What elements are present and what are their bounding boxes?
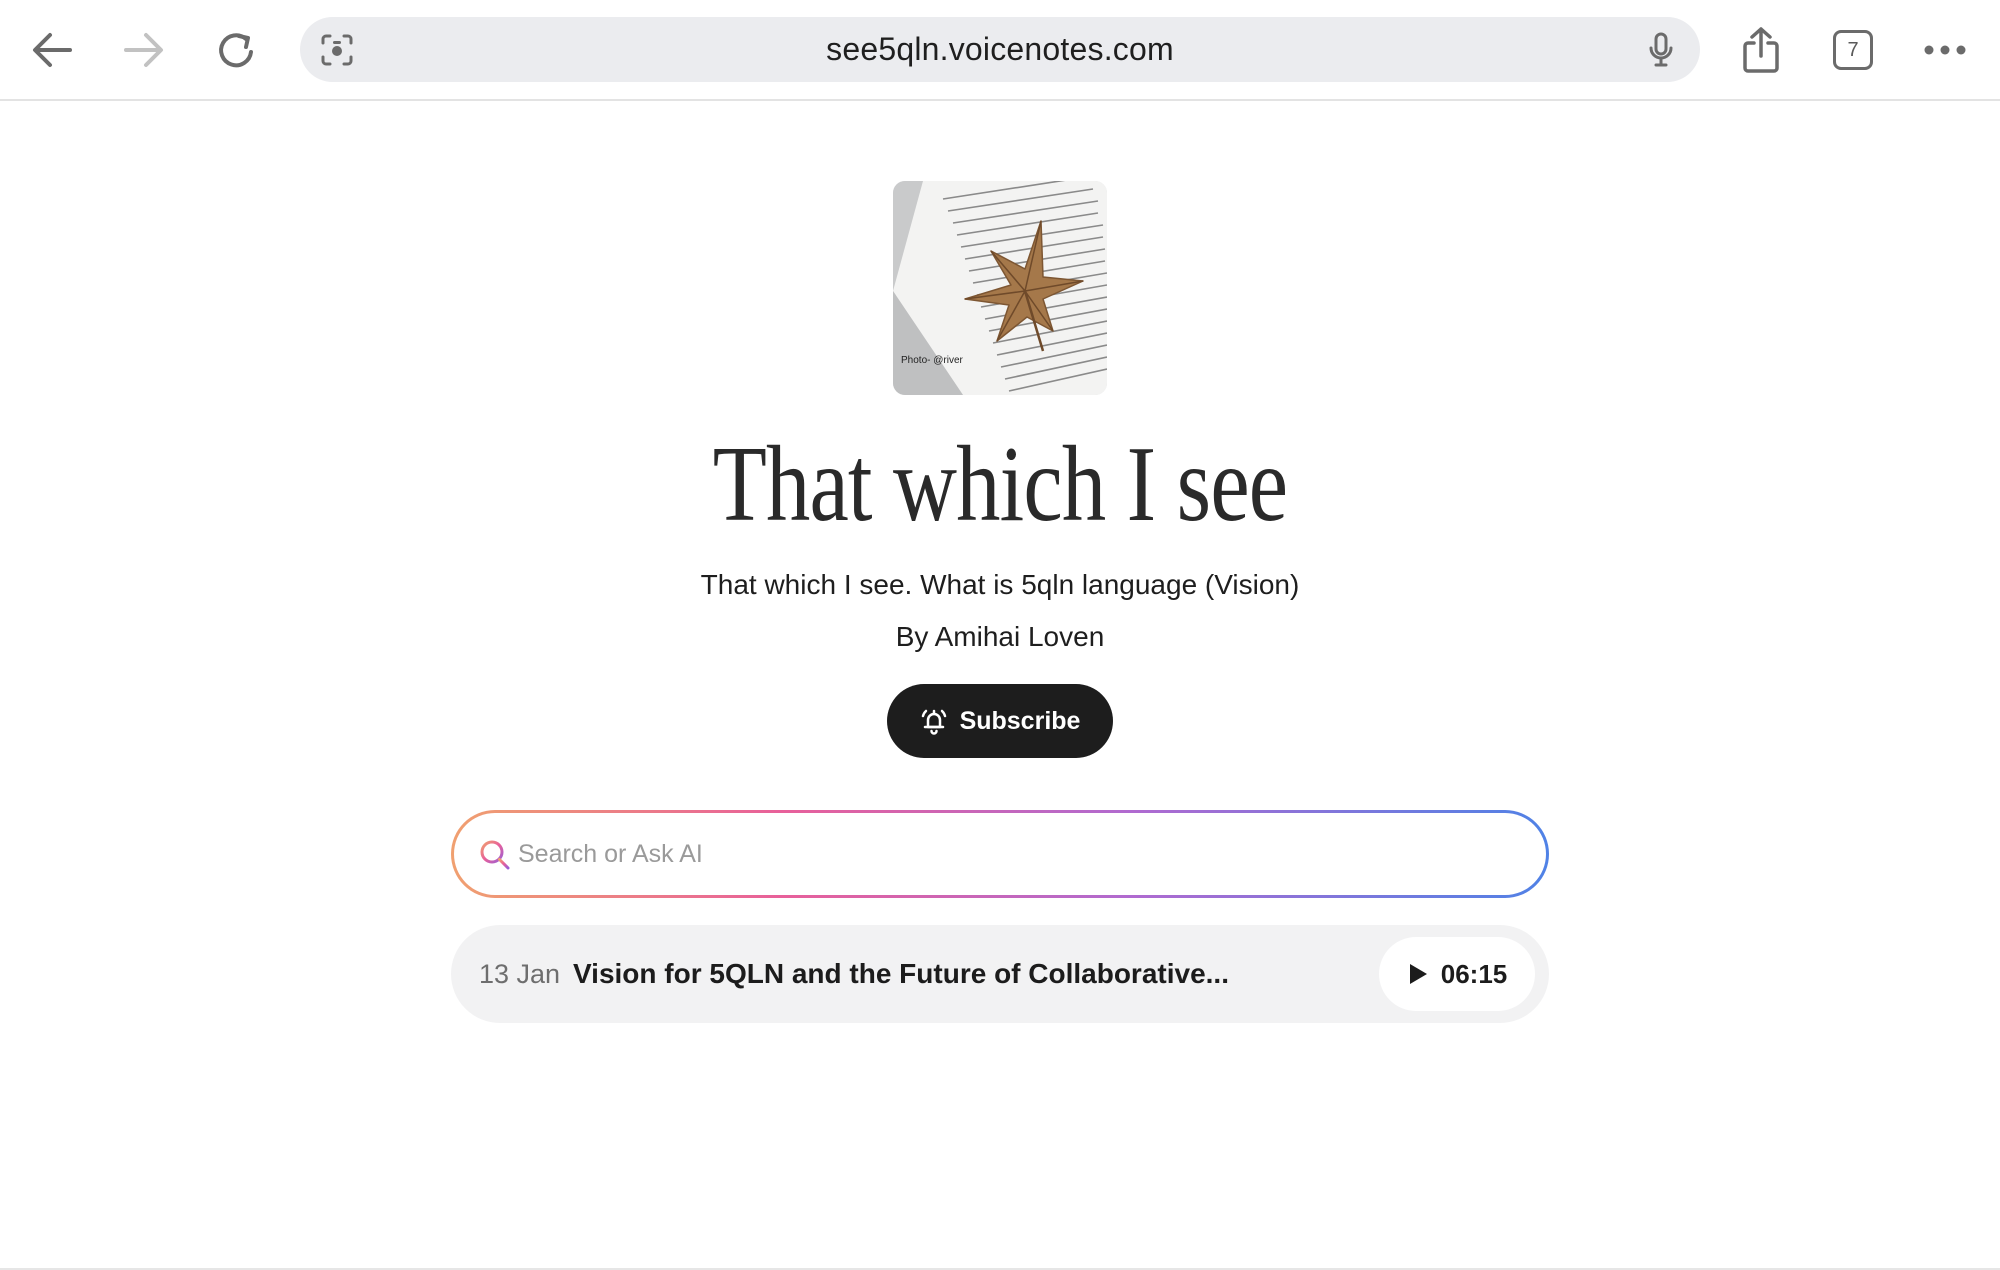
note-title[interactable]: Vision for 5QLN and the Future of Collab… (573, 925, 1229, 1023)
note-duration: 06:15 (1440, 958, 1508, 989)
share-button[interactable] (1731, 20, 1791, 80)
url-text[interactable]: see5qln.voicenotes.com (300, 17, 1700, 82)
microphone-icon[interactable] (1642, 31, 1680, 69)
play-icon (1409, 964, 1427, 984)
reload-button[interactable] (207, 20, 267, 80)
search-icon (480, 840, 510, 870)
subscribe-label: Subscribe (959, 706, 1081, 735)
play-button[interactable]: 06:15 (1379, 937, 1535, 1011)
tab-count-button[interactable]: 7 (1833, 30, 1873, 70)
forward-button[interactable] (114, 20, 174, 80)
search-box[interactable] (451, 810, 1549, 898)
address-bar[interactable]: see5qln.voicenotes.com (300, 17, 1700, 82)
reload-icon (219, 33, 253, 68)
page-title: That which I see (712, 425, 1288, 544)
search-box-inner (454, 813, 1546, 895)
podcast-cover-image: Photo- @river (893, 181, 1107, 395)
cover-watermark: Photo- @river (901, 355, 963, 366)
share-icon (1743, 27, 1779, 73)
subscribe-button[interactable]: Subscribe (887, 684, 1113, 758)
list-item[interactable]: 13 Jan Vision for 5QLN and the Future of… (451, 925, 1549, 1023)
browser-toolbar: see5qln.voicenotes.com 7 (0, 0, 2000, 101)
forward-arrow-icon (124, 33, 163, 67)
back-button[interactable] (22, 20, 82, 80)
more-options-button[interactable] (1915, 20, 1975, 80)
search-input[interactable] (518, 813, 1518, 895)
more-dots-icon (1924, 45, 1966, 55)
page-subtitle: That which I see. What is 5qln language … (700, 569, 1300, 600)
back-arrow-icon (33, 33, 72, 67)
author-line: By Amihai Loven (895, 621, 1105, 652)
note-date: 13 Jan (479, 959, 561, 989)
bell-icon (921, 709, 946, 735)
